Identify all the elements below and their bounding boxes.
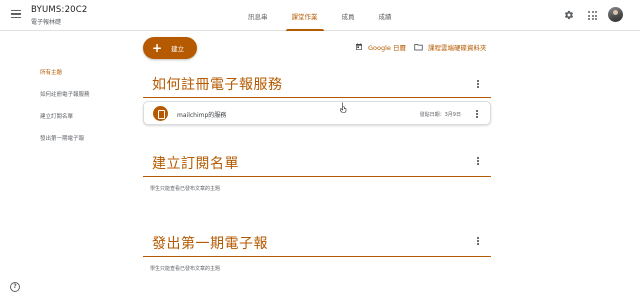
tab-grades[interactable]: 成績 <box>367 0 404 31</box>
assignment-card[interactable]: mailchimp的服務 發貼日期：3月9日 <box>143 101 491 125</box>
topic-header: 建立訂閱名單 <box>143 149 491 177</box>
top-app-bar: BYUMS:20C2 電子報林礎 訊息串 課堂作業 成員 成績 <box>0 0 640 31</box>
topic-section-1: 如何註冊電子報服務 <box>143 70 491 98</box>
topic-sidebar: 所有主題 如何註冊電子報服務 建立訂閱名單 發出第一期電子報 <box>40 68 130 156</box>
sidebar-item-all-topics[interactable]: 所有主題 <box>40 68 130 90</box>
tab-bar: 訊息串 課堂作業 成員 成績 <box>236 0 404 31</box>
more-options-icon[interactable] <box>477 237 479 245</box>
assignment-date: 發貼日期：3月9日 <box>419 111 461 118</box>
class-drive-folder-link[interactable]: 課程雲端硬碟資料夾 <box>414 42 487 52</box>
google-calendar-label: Google 日曆 <box>368 44 406 52</box>
tab-people[interactable]: 成員 <box>330 0 367 31</box>
class-drive-folder-label: 課程雲端硬碟資料夾 <box>428 44 487 52</box>
empty-topic-note: 學生只能查看已發布文章的主題 <box>150 186 221 192</box>
class-subtitle: 電子報林礎 <box>31 19 62 26</box>
class-title[interactable]: BYUMS:20C2 <box>31 5 88 15</box>
create-button[interactable]: + 建立 <box>143 37 197 59</box>
tab-classwork[interactable]: 課堂作業 <box>280 0 330 31</box>
plus-icon: + <box>152 41 163 55</box>
avatar[interactable] <box>608 7 623 22</box>
gear-icon[interactable] <box>564 10 574 20</box>
topic-title[interactable]: 發出第一期電子報 <box>152 233 268 253</box>
more-options-icon[interactable] <box>477 157 479 165</box>
topic-title[interactable]: 建立訂閱名單 <box>152 153 239 173</box>
sidebar-item-topic-2[interactable]: 建立訂閱名單 <box>40 112 130 134</box>
assignment-title: mailchimp的服務 <box>177 112 227 119</box>
topic-title[interactable]: 如何註冊電子報服務 <box>152 74 283 94</box>
apps-grid-icon[interactable] <box>588 11 597 20</box>
help-icon[interactable]: ? <box>10 282 20 292</box>
google-calendar-link[interactable]: Google 日曆 <box>355 42 406 52</box>
topic-header: 發出第一期電子報 <box>143 229 491 257</box>
assignment-more-options-icon[interactable] <box>476 110 478 118</box>
sidebar-item-topic-1[interactable]: 如何註冊電子報服務 <box>40 90 130 112</box>
more-options-icon[interactable] <box>477 80 479 88</box>
sidebar-item-topic-3[interactable]: 發出第一期電子報 <box>40 134 130 156</box>
assignment-icon <box>153 106 168 121</box>
folder-icon <box>414 44 423 51</box>
create-button-label: 建立 <box>171 45 185 53</box>
topic-section-2: 建立訂閱名單 學生只能查看已發布文章的主題 <box>143 149 491 192</box>
topic-header: 如何註冊電子報服務 <box>143 70 491 98</box>
calendar-icon <box>356 43 362 50</box>
empty-topic-note: 學生只能查看已發布文章的主題 <box>150 266 221 272</box>
topic-section-3: 發出第一期電子報 學生只能查看已發布文章的主題 <box>143 229 491 272</box>
tab-stream[interactable]: 訊息串 <box>236 0 280 31</box>
mouse-pointer-icon <box>340 102 347 113</box>
menu-icon[interactable] <box>11 10 21 19</box>
